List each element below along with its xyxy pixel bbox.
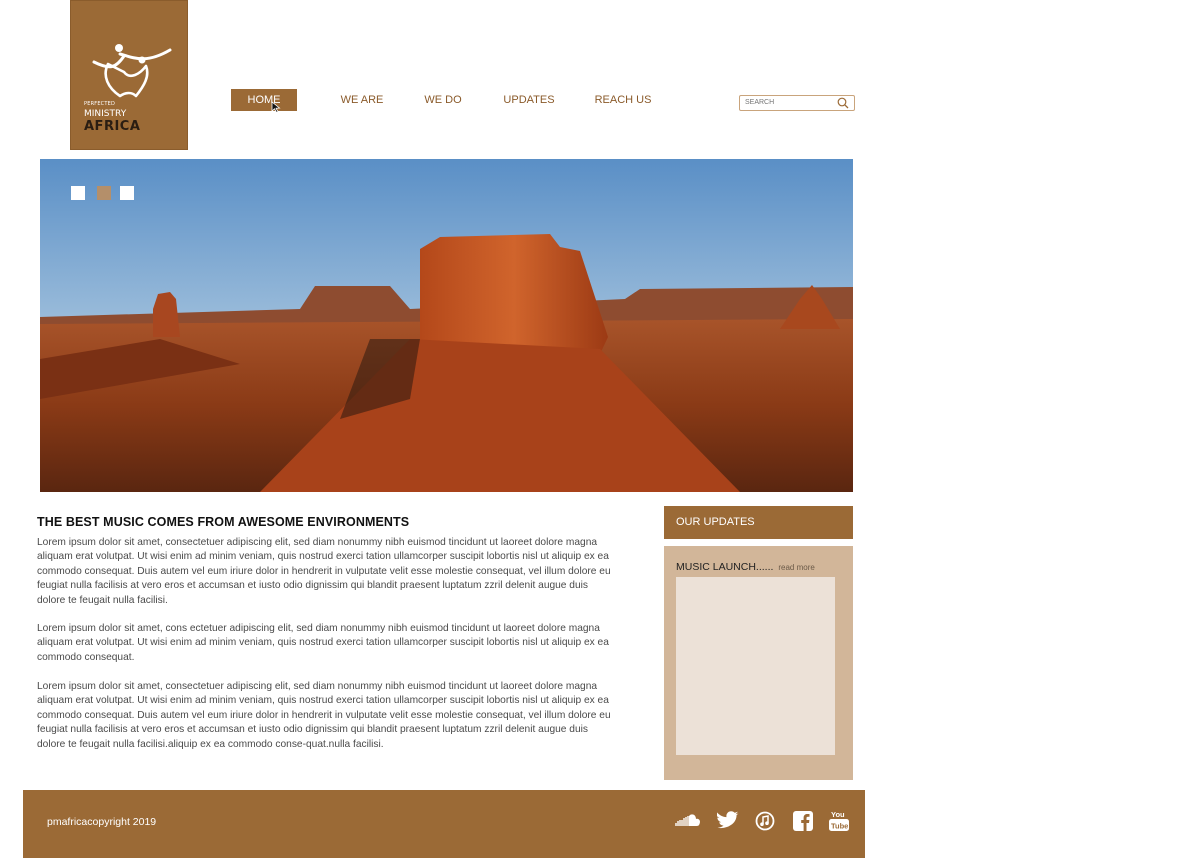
article-paragraph-1: Lorem ipsum dolor sit amet, consectetuer… (37, 537, 611, 606)
updates-header: OUR UPDATES (664, 506, 853, 539)
search-input[interactable] (745, 97, 831, 108)
copyright-text: pmafricacopyright 2019 (47, 816, 157, 828)
svg-text:You: You (831, 810, 845, 819)
slider-dot-1[interactable] (71, 186, 85, 200)
article-paragraph-3: Lorem ipsum dolor sit amet, consectetuer… (37, 681, 611, 750)
article-paragraph-2: Lorem ipsum dolor sit amet, cons ectetue… (37, 623, 609, 663)
site-logo[interactable]: PERFECTED MINISTRY AFRICA (70, 0, 188, 150)
slider-dot-3[interactable] (120, 186, 134, 200)
itunes-icon[interactable] (755, 811, 775, 831)
search-box (739, 95, 855, 111)
nav-we-do[interactable]: WE DO (418, 89, 468, 111)
updates-panel: MUSIC LAUNCH...... read more (664, 546, 853, 780)
svg-text:Tube: Tube (831, 822, 848, 831)
read-more-link[interactable]: read more (778, 563, 814, 572)
article-heading: THE BEST MUSIC COMES FROM AWESOME ENVIRO… (37, 515, 410, 529)
nav-updates[interactable]: UPDATES (498, 89, 560, 111)
youtube-icon[interactable]: You Tube (829, 810, 849, 832)
soundcloud-icon[interactable] (675, 812, 701, 828)
dancers-logo-icon (92, 44, 172, 98)
nav-home[interactable]: HOME (231, 89, 297, 111)
hero-landscape-image (40, 159, 853, 492)
update-item: MUSIC LAUNCH...... read more (676, 561, 815, 573)
facebook-icon[interactable] (793, 811, 813, 831)
logo-tagline: PERFECTED (84, 101, 116, 107)
updates-title: OUR UPDATES (676, 516, 755, 528)
search-icon[interactable] (837, 97, 849, 109)
logo-africa-text: AFRICA (84, 119, 141, 134)
mouse-cursor-icon (271, 101, 281, 113)
nav-reach-us[interactable]: REACH US (590, 89, 656, 111)
update-image-placeholder[interactable] (676, 577, 835, 755)
twitter-icon[interactable] (717, 811, 739, 829)
nav-we-are[interactable]: WE ARE (335, 89, 389, 111)
footer: pmafricacopyright 2019 You Tube (23, 790, 865, 858)
slider-dot-2[interactable] (97, 186, 111, 200)
logo-ministry-text: MINISTRY (84, 109, 127, 119)
hero-slider (40, 159, 853, 492)
update-item-title: MUSIC LAUNCH...... (676, 561, 774, 573)
